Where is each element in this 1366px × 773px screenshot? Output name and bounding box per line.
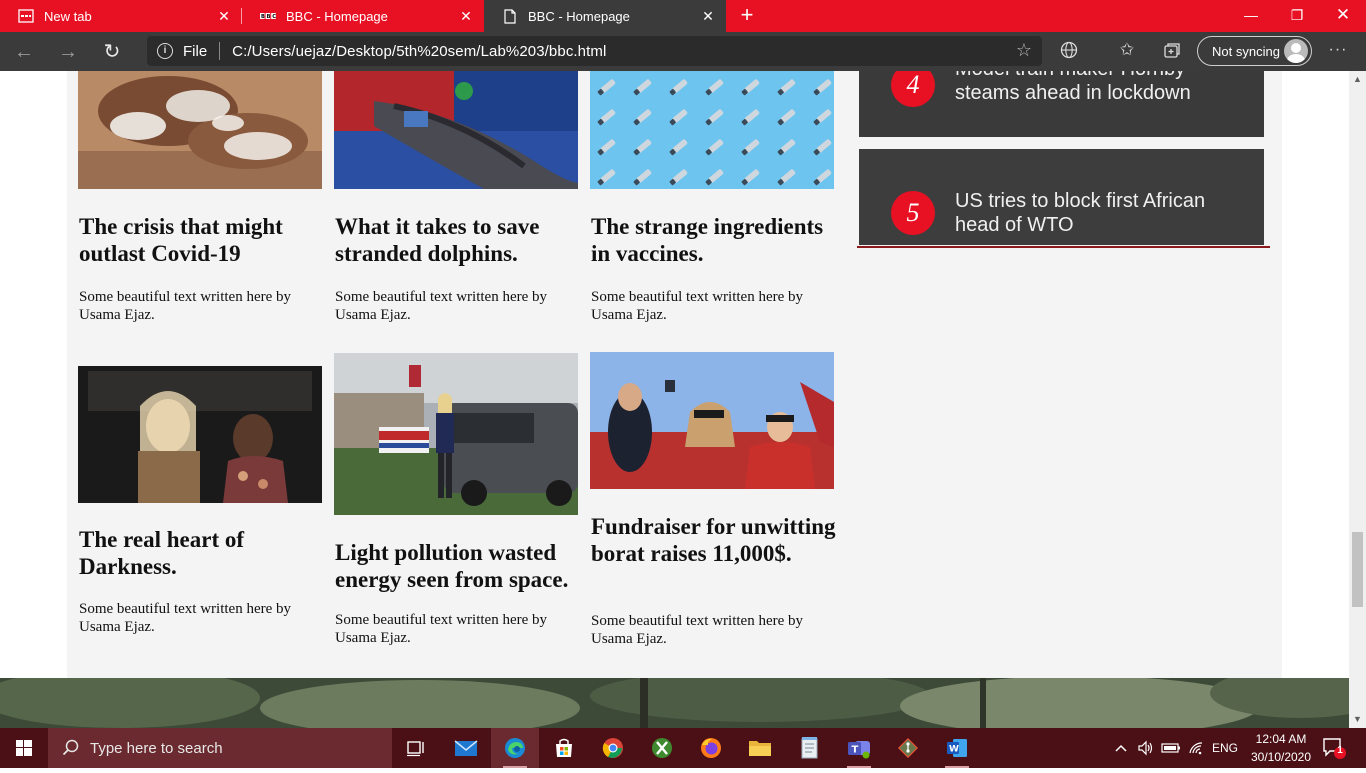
most-read-underline [857,246,1270,248]
collections-icon[interactable] [1160,38,1184,62]
clock-date: 30/10/2020 [1250,750,1312,764]
most-read-panel: 4 Model train maker Hornby steams ahead … [859,71,1264,249]
article-image-vaccines [590,71,834,189]
close-window-icon[interactable]: ✕ [1320,0,1366,32]
chrome-icon[interactable] [589,728,637,768]
tab-title: BBC - Homepage [286,8,388,24]
search-placeholder: Type here to search [90,739,223,757]
volume-icon[interactable] [1137,728,1155,768]
word-icon[interactable]: W [933,728,981,768]
search-icon [62,739,80,757]
tab-bbc-homepage[interactable]: BBC BBC - Homepage ✕ [242,0,484,32]
system-clock[interactable]: 12:04 AM 30/10/2020 [1248,730,1314,766]
rank-badge: 4 [891,71,935,107]
page-scrollbar[interactable]: ▲ ▼ [1349,71,1366,728]
store-icon[interactable] [540,728,588,768]
article-title[interactable]: The real heart of Darkness. [79,526,329,580]
tab-new-tab[interactable]: New tab ✕ [0,0,242,32]
notification-count: 1 [1337,745,1343,756]
profile-sync-button[interactable]: Not syncing [1197,36,1312,66]
rank-badge: 5 [891,191,935,235]
git-icon[interactable] [884,728,932,768]
avatar [1284,39,1308,63]
clock-time: 12:04 AM [1255,732,1307,746]
article-title[interactable]: Light pollution wasted energy seen from … [335,539,585,593]
svg-text:T: T [852,745,859,756]
show-hidden-icons-icon[interactable] [1114,728,1128,768]
windows-taskbar: Type here to search T W ENG 12:04 AM 30/… [0,728,1366,768]
close-tab-icon[interactable]: ✕ [458,8,474,24]
scroll-thumb[interactable] [1352,532,1363,607]
battery-icon[interactable] [1161,728,1181,768]
edge-icon[interactable] [491,728,539,768]
footer-background-image [0,678,1349,728]
svg-text:B: B [267,14,271,20]
info-icon[interactable]: i [157,43,173,59]
browser-tab-bar: New tab ✕ BBC BBC - Homepage ✕ BBC - Hom… [0,0,1366,32]
tab-title: New tab [44,8,92,24]
bbc-favicon-icon: BBC [260,8,276,24]
notepad-icon[interactable] [786,728,834,768]
translate-globe-icon[interactable] [1057,38,1081,62]
url-text[interactable]: C:/Users/uejaz/Desktop/5th%20sem/Lab%203… [232,43,606,60]
most-read-item[interactable]: 5 US tries to block first African head o… [859,149,1264,245]
article-text: Some beautiful text written here by Usam… [335,289,548,323]
article-title[interactable]: The crisis that might outlast Covid-19 [79,213,329,267]
restore-icon[interactable]: ❐ [1274,0,1320,32]
sync-label: Not syncing [1212,43,1280,59]
article-title[interactable]: The strange ingredients in vaccines. [591,213,841,267]
most-read-title[interactable]: US tries to block first African head of … [955,189,1245,237]
close-tab-icon[interactable]: ✕ [700,8,716,24]
svg-text:C: C [272,14,276,20]
new-tab-icon [18,8,34,24]
page-viewport: The crisis that might outlast Covid-19 S… [0,71,1349,728]
article-title[interactable]: What it takes to save stranded dolphins. [335,213,585,267]
article-image-car-interior [78,366,322,503]
language-indicator[interactable]: ENG [1212,728,1238,768]
tab-title: BBC - Homepage [528,8,630,24]
action-center-icon[interactable]: 1 [1322,736,1346,760]
svg-text:W: W [949,745,959,755]
tab-bbc-homepage-active[interactable]: BBC - Homepage ✕ [484,0,726,32]
firefox-icon[interactable] [687,728,735,768]
address-bar[interactable]: i File C:/Users/uejaz/Desktop/5th%20sem/… [147,36,1042,66]
article-text: Some beautiful text written here by Usam… [591,613,804,647]
file-explorer-icon[interactable] [736,728,784,768]
article-image-rally [590,352,834,489]
page-content: The crisis that might outlast Covid-19 S… [67,71,1282,678]
svg-text:B: B [261,14,265,20]
url-scheme: File [183,42,208,60]
back-icon[interactable]: ← [4,36,44,68]
divider [219,42,221,60]
article-text: Some beautiful text written here by Usam… [79,289,292,323]
close-tab-icon[interactable]: ✕ [216,8,232,24]
article-text: Some beautiful text written here by Usam… [79,601,292,635]
article-image-handwashing [78,71,322,189]
taskbar-search-box[interactable]: Type here to search [48,728,392,768]
wifi-icon[interactable] [1188,728,1204,768]
minimize-icon[interactable]: — [1228,0,1274,32]
new-tab-button[interactable]: + [732,0,762,32]
favorite-star-icon[interactable]: ☆ [1016,40,1032,61]
refresh-icon[interactable]: ↻ [92,36,132,68]
favorites-icon[interactable]: ✩ [1115,38,1139,62]
more-menu-icon[interactable]: ··· [1326,38,1350,62]
most-read-item[interactable]: 4 Model train maker Hornby steams ahead … [859,71,1264,137]
article-title[interactable]: Fundraiser for unwitting borat raises 11… [591,513,841,567]
windows-start-icon[interactable] [0,728,48,768]
scroll-up-icon[interactable]: ▲ [1349,71,1366,88]
scroll-down-icon[interactable]: ▼ [1349,711,1366,728]
forward-icon[interactable]: → [48,36,88,68]
teams-icon[interactable]: T [835,728,883,768]
page-icon [502,8,518,24]
article-text: Some beautiful text written here by Usam… [335,612,548,646]
most-read-title[interactable]: Model train maker Hornby steams ahead in… [955,71,1245,105]
article-text: Some beautiful text written here by Usam… [591,289,804,323]
mail-icon[interactable] [442,728,490,768]
task-view-icon[interactable] [392,728,440,768]
spreadsheet-app-icon[interactable] [638,728,686,768]
article-image-dolphin [334,71,578,189]
article-image-street-sign [334,353,578,515]
